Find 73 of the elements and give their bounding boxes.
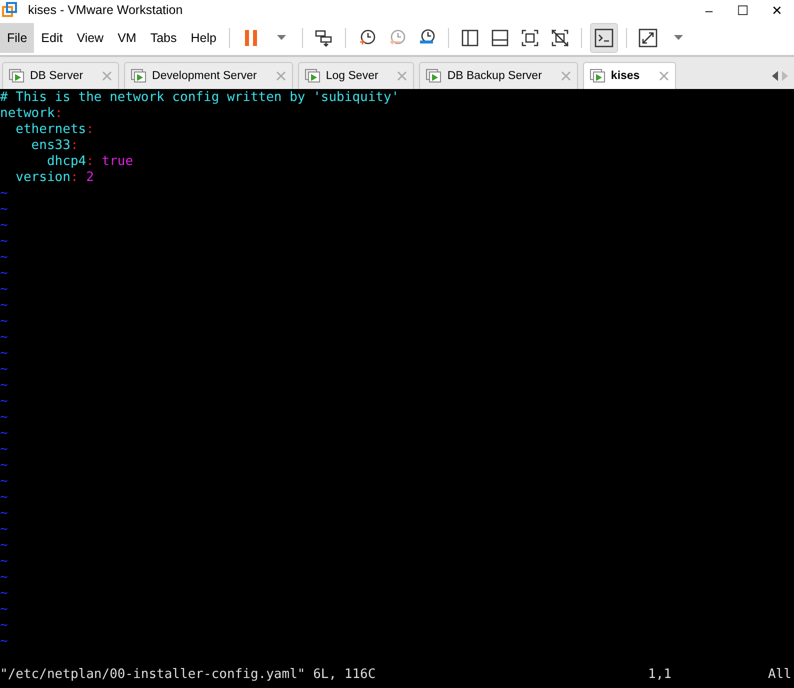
cursor-position: 1,1 xyxy=(648,667,672,683)
yaml-colon: : xyxy=(86,154,94,169)
close-button[interactable]: ✕ xyxy=(760,2,794,18)
yaml-colon: : xyxy=(86,122,94,137)
menu-item[interactable]: Tabs xyxy=(143,22,184,52)
empty-line-marker: ~ xyxy=(0,218,8,233)
yaml-key: dhcp4 xyxy=(0,154,86,169)
menu-item[interactable]: Edit xyxy=(34,22,70,52)
empty-line-marker: ~ xyxy=(0,314,8,329)
yaml-value: true xyxy=(100,154,134,169)
yaml-key: network xyxy=(0,106,55,121)
menu-item[interactable]: View xyxy=(70,22,111,52)
empty-line-marker: ~ xyxy=(0,634,8,649)
empty-line-marker: ~ xyxy=(0,506,8,521)
vm-play-icon xyxy=(304,69,321,83)
empty-line-marker: ~ xyxy=(0,522,8,537)
empty-line-marker: ~ xyxy=(0,410,8,425)
empty-line-marker: ~ xyxy=(0,186,8,201)
empty-line-marker: ~ xyxy=(0,234,8,249)
tab-label: kises xyxy=(610,70,640,82)
yaml-colon: : xyxy=(70,170,78,185)
tab[interactable]: DB Server xyxy=(2,62,120,89)
vm-play-icon xyxy=(590,69,606,83)
tab[interactable]: DB Backup Server xyxy=(419,62,578,89)
empty-line-marker: ~ xyxy=(0,602,8,617)
tab-label: Development Server xyxy=(152,70,257,82)
minimize-button[interactable]: – xyxy=(692,2,726,18)
vm-play-icon xyxy=(9,69,25,83)
yaml-key: version xyxy=(0,170,70,185)
tab-label: DB Backup Server xyxy=(447,70,542,82)
file-info: "/etc/netplan/00-installer-config.yaml" 6L, 116C xyxy=(0,667,377,683)
empty-line-marker: ~ xyxy=(0,570,8,585)
empty-line-marker: ~ xyxy=(0,586,8,601)
empty-line-marker: ~ xyxy=(0,474,8,489)
scroll-left-icon[interactable] xyxy=(772,71,778,81)
vm-play-icon xyxy=(131,69,148,83)
code-comment: # This is the network config written by 'subiquity' xyxy=(0,90,400,105)
tab[interactable]: Development Server xyxy=(124,62,293,89)
empty-line-marker: ~ xyxy=(0,554,8,569)
empty-line-marker: ~ xyxy=(0,378,8,393)
empty-line-marker: ~ xyxy=(0,330,8,345)
empty-line-marker: ~ xyxy=(0,394,8,409)
menu-item[interactable]: File xyxy=(0,22,34,52)
empty-line-marker: ~ xyxy=(0,282,8,297)
yaml-key: ens33 xyxy=(0,138,70,153)
empty-line-marker: ~ xyxy=(0,250,8,265)
scroll-position: All xyxy=(768,667,792,683)
empty-line-marker: ~ xyxy=(0,442,8,457)
yaml-colon: : xyxy=(70,138,78,153)
tab[interactable]: kises xyxy=(582,62,676,89)
tab-label: Log Sever xyxy=(326,70,378,82)
menu-item[interactable]: VM xyxy=(110,22,144,52)
empty-line-marker: ~ xyxy=(0,362,8,377)
empty-line-marker: ~ xyxy=(0,458,8,473)
app-logo-icon xyxy=(2,2,18,18)
maximize-button[interactable]: ☐ xyxy=(726,2,760,18)
window-title: kises - VMware Workstation xyxy=(28,3,184,17)
console-icon[interactable] xyxy=(590,22,618,52)
empty-line-marker: ~ xyxy=(0,538,8,553)
vm-play-icon xyxy=(426,69,442,83)
tab-label: DB Server xyxy=(30,70,84,82)
empty-line-marker: ~ xyxy=(0,426,8,441)
empty-line-marker: ~ xyxy=(0,618,8,633)
empty-line-marker: ~ xyxy=(0,266,8,281)
yaml-value: 2 xyxy=(85,170,94,185)
yaml-colon: : xyxy=(54,106,63,121)
empty-line-marker: ~ xyxy=(0,298,8,313)
menu-item[interactable]: Help xyxy=(184,22,224,52)
empty-line-marker: ~ xyxy=(0,202,8,217)
empty-line-marker: ~ xyxy=(0,490,8,505)
empty-line-marker: ~ xyxy=(0,346,8,361)
tab[interactable]: Log Sever xyxy=(298,62,414,89)
yaml-key: ethernets xyxy=(0,122,86,137)
